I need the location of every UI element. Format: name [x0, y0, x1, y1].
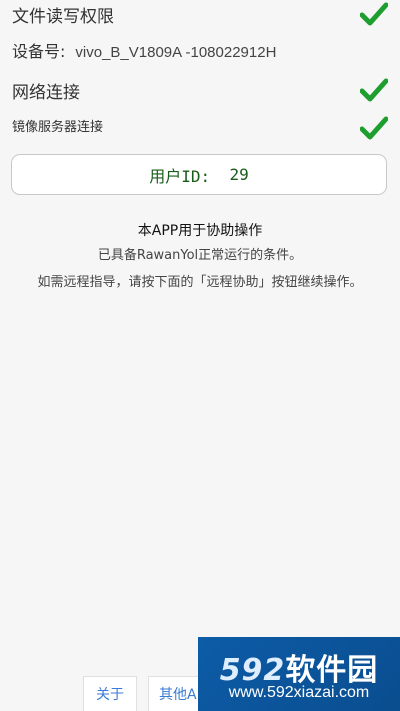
watermark-url: www.592xiazai.com	[228, 684, 370, 701]
device-id-label: 设备号:	[12, 42, 66, 61]
user-id-label: 用户ID:	[149, 166, 211, 186]
watermark-logo: 592软件园 www.592xiazai.com	[198, 637, 400, 711]
watermark-text: 软件园	[285, 653, 379, 688]
check-icon	[360, 2, 388, 28]
about-button[interactable]: 关于	[83, 676, 137, 711]
check-icon	[360, 78, 388, 104]
network-label: 网络连接	[12, 83, 80, 103]
info-line-ready: 已具备RawanYol正常运行的条件。	[97, 248, 303, 263]
info-title: 本APP用于协助操作	[137, 223, 263, 239]
info-line-remote: 如需远程指导，请按下面的「远程协助」按钮继续操作。	[37, 275, 363, 290]
user-id-box: 用户ID: 29	[11, 154, 387, 195]
watermark-number: 592	[219, 653, 286, 688]
user-id-value: 29	[229, 165, 249, 184]
check-icon	[360, 116, 388, 142]
device-id-value: vivo_B_V1809A -108022912H	[75, 44, 277, 61]
file-permission-label: 文件读写权限	[12, 7, 114, 27]
mirror-server-label: 镜像服务器连接	[12, 120, 104, 135]
